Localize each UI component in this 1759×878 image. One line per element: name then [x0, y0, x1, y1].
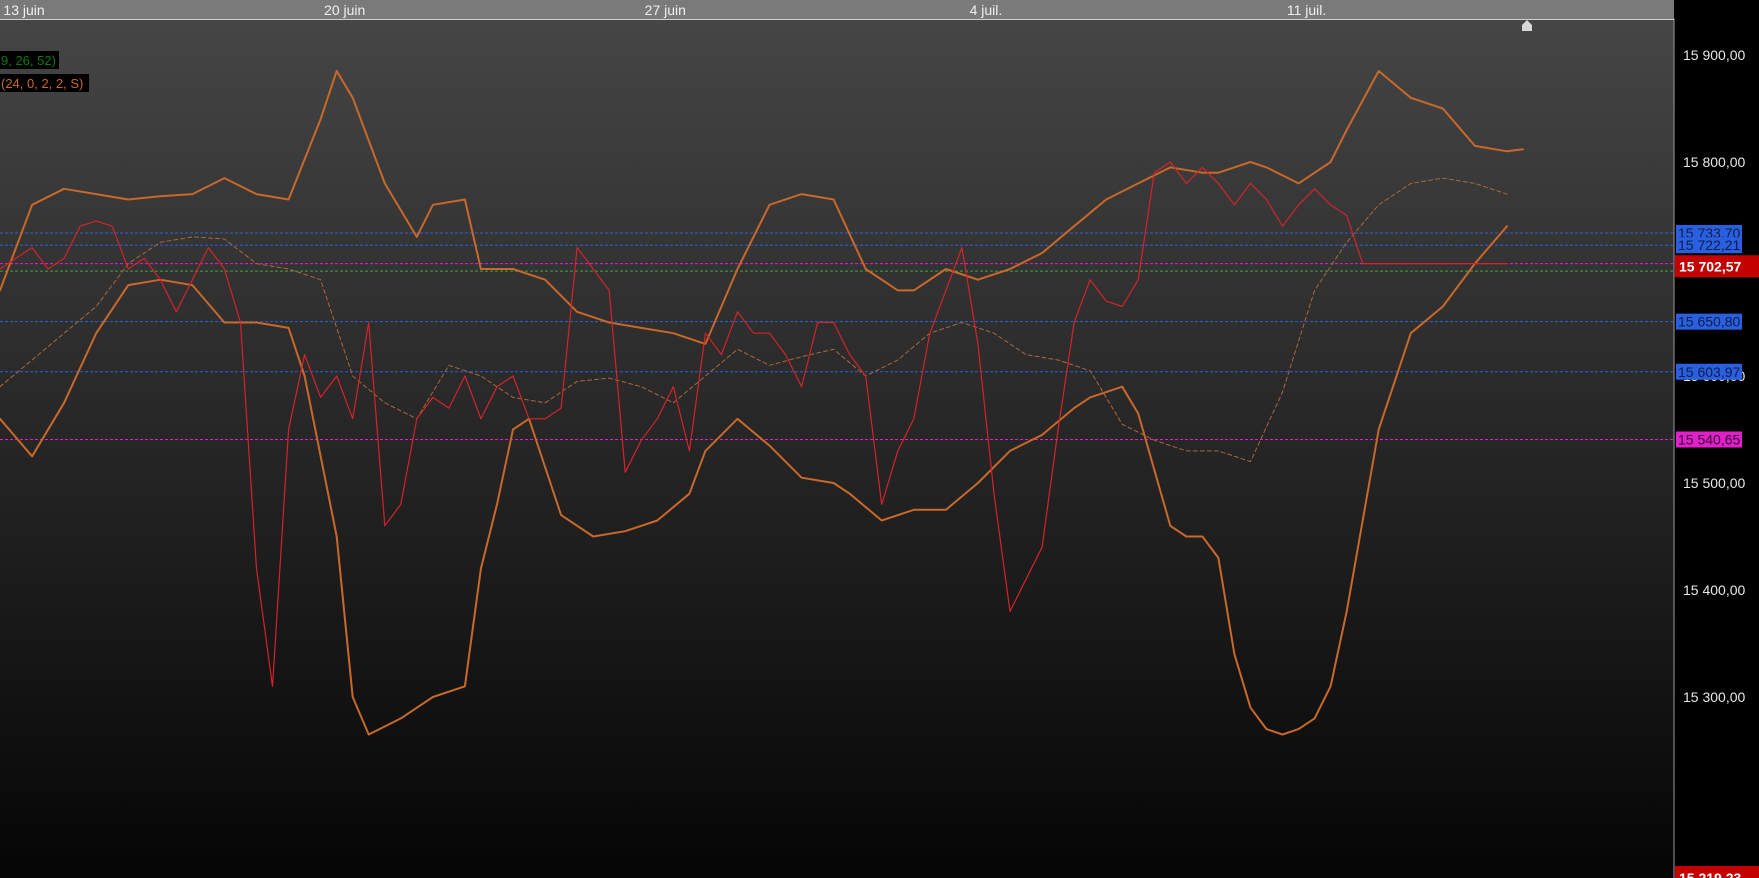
date-tick-label: 27 juin [645, 2, 686, 18]
level-tag-label: 15 540,65 [1678, 432, 1740, 448]
level-tag-label: 15 603,97 [1678, 364, 1740, 380]
date-tick-label: 20 juin [324, 2, 365, 18]
price-tick-label: 15 800,00 [1683, 154, 1745, 170]
price-tick-label: 15 500,00 [1683, 475, 1745, 491]
price-tick-label: 15 900,00 [1683, 47, 1745, 63]
price-tick-label: 15 400,00 [1683, 582, 1745, 598]
price-tick-label: 15 300,00 [1683, 689, 1745, 705]
level-tag-label: 15 650,80 [1678, 314, 1740, 330]
chart-root: 13 juin 20 juin 27 juin 4 juil. 11 juil. 15 … [0, 0, 1759, 878]
last-price-label: 15 702,57 [1679, 258, 1741, 274]
date-axis-bar [0, 0, 1674, 19]
date-tick-label: 11 juil. [1287, 2, 1326, 18]
bottom-price-label: 15 219,23 [1679, 870, 1741, 878]
level-tag-label: 15 722,21 [1678, 237, 1740, 253]
legend-bollinger-text: (24, 0, 2, 2, S) [1, 76, 83, 91]
stock-chart[interactable]: 13 juin 20 juin 27 juin 4 juil. 11 juil. 15 … [0, 0, 1759, 878]
plot-background [0, 0, 1674, 878]
date-tick-label: 4 juil. [970, 2, 1003, 18]
date-tick-label: 13 juin [3, 2, 44, 18]
legend-macd-text: 9, 26, 52) [1, 53, 56, 68]
